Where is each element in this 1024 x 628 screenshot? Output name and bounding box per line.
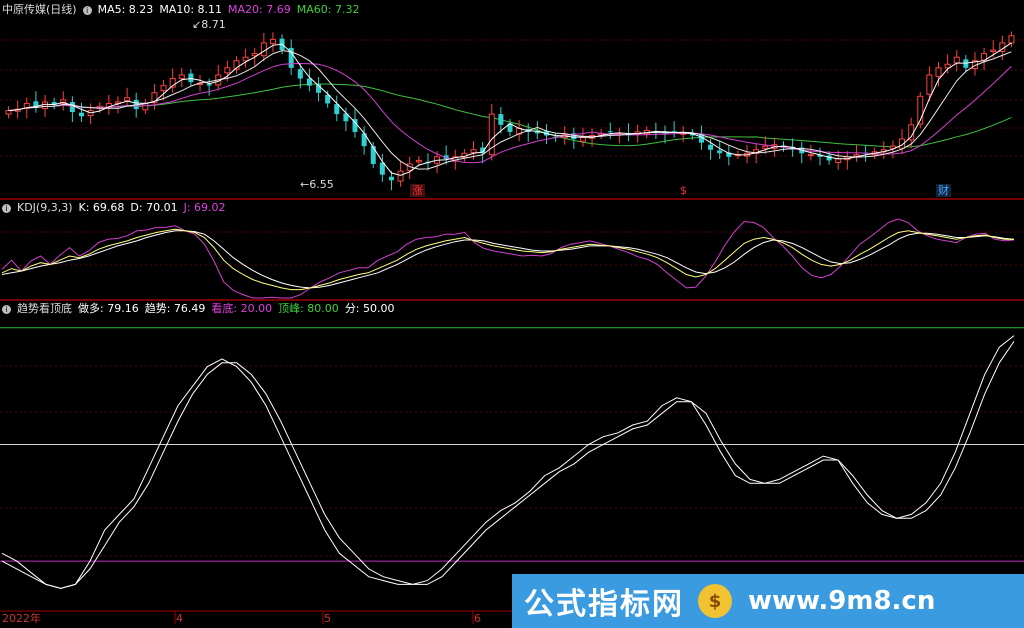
candlestick bbox=[124, 87, 131, 107]
candlestick bbox=[981, 47, 988, 70]
ma20-line bbox=[8, 62, 1012, 164]
trend-line bbox=[1, 341, 1015, 589]
low-price-annotation: ←6.55 bbox=[300, 178, 334, 191]
kdj-legend-item-2: J: 69.02 bbox=[183, 201, 226, 214]
candlestick bbox=[151, 84, 158, 110]
ma-legend-item-3: MA60: 7.32 bbox=[296, 3, 360, 16]
circle-info-icon[interactable]: i bbox=[2, 203, 11, 213]
candlestick bbox=[726, 145, 732, 166]
candlestick bbox=[334, 95, 340, 122]
candlestick bbox=[33, 91, 39, 113]
ma-legend-item-2: MA20: 7.69 bbox=[228, 3, 291, 16]
candlestick bbox=[242, 48, 249, 68]
candlestick bbox=[1008, 31, 1015, 48]
candlestick bbox=[87, 103, 94, 125]
circle-info-icon[interactable]: i bbox=[2, 304, 11, 314]
trend-legend-item-2: 看底: 20.00 bbox=[211, 302, 273, 315]
event-badge-rise[interactable]: 涨 bbox=[410, 184, 425, 197]
candlestick bbox=[370, 141, 376, 169]
ma-legend: MA5: 8.23 MA10: 8.11 MA20: 7.69 MA60: 7.32 bbox=[98, 2, 366, 18]
trend-legend-item-3: 顶峰: 80.00 bbox=[278, 302, 339, 315]
candlestick bbox=[5, 106, 12, 119]
candlestick bbox=[953, 50, 960, 72]
watermark-url: www.9m8.cn bbox=[748, 586, 936, 616]
ma-legend-item-0: MA5: 8.23 bbox=[97, 3, 154, 16]
candlestick bbox=[680, 126, 687, 142]
candlestick bbox=[534, 121, 540, 140]
candlestick bbox=[671, 121, 677, 138]
candlestick bbox=[233, 56, 240, 74]
candlestick bbox=[178, 67, 185, 88]
candlestick bbox=[260, 32, 267, 62]
candlestick bbox=[607, 122, 613, 140]
x-tick-3: 6 bbox=[474, 612, 481, 625]
candlestick bbox=[269, 32, 276, 53]
candlestick bbox=[626, 123, 632, 142]
candlestick bbox=[51, 97, 57, 110]
candlestick bbox=[169, 68, 176, 93]
kdj-d-line bbox=[1, 230, 1015, 289]
ma-legend-item-1: MA10: 8.11 bbox=[159, 3, 223, 16]
coin-logo-icon: $ bbox=[698, 584, 732, 618]
kdj-legend: K: 69.68 D: 70.01 J: 69.02 bbox=[79, 200, 232, 216]
candlestick bbox=[288, 39, 294, 75]
candlestick bbox=[516, 119, 523, 142]
candlestick bbox=[316, 77, 322, 102]
candlestick bbox=[799, 141, 805, 164]
candlestick bbox=[844, 151, 851, 170]
candlestick bbox=[571, 127, 577, 150]
candlestick bbox=[817, 147, 823, 166]
candlestick bbox=[105, 94, 112, 115]
candlestick bbox=[306, 68, 312, 92]
candlestick bbox=[60, 91, 67, 111]
kdj-legend-item-1: D: 70.01 bbox=[130, 201, 178, 214]
candlestick bbox=[325, 90, 331, 108]
candlestick bbox=[971, 52, 978, 76]
candlestick bbox=[899, 129, 906, 154]
kdj-legend-item-0: K: 69.68 bbox=[78, 201, 125, 214]
candlestick bbox=[352, 109, 358, 138]
candlestick bbox=[753, 144, 760, 164]
candlestick bbox=[835, 150, 842, 170]
trend-legend-item-0: 做多: 79.16 bbox=[78, 302, 139, 315]
watermark-title: 公式指标网 bbox=[524, 587, 684, 622]
watermark-banner: 公式指标网 $ www.9m8.cn bbox=[512, 574, 1024, 628]
trend-title: 趋势看顶底 bbox=[17, 302, 72, 315]
candlestick bbox=[188, 69, 194, 87]
candlestick bbox=[397, 161, 404, 187]
kdj-panel-header: i KDJ(9,3,3) K: 69.68 D: 70.01 J: 69.02 bbox=[2, 200, 232, 216]
x-tick-1: 4 bbox=[176, 612, 183, 625]
price-panel-header: 中原传媒(日线) i MA5: 8.23 MA10: 8.11 MA20: 7.69… bbox=[2, 2, 365, 18]
long-signal-line bbox=[1, 335, 1015, 589]
kdj-k-line bbox=[1, 228, 1015, 291]
x-tick-0: 2022年 bbox=[2, 612, 41, 625]
event-badge-dividend[interactable]: $ bbox=[678, 184, 689, 197]
trend-legend-item-4: 分: 50.00 bbox=[344, 302, 395, 315]
candlestick bbox=[488, 104, 495, 161]
candlestick bbox=[78, 102, 84, 122]
stock-name: 中原传媒(日线) bbox=[2, 3, 77, 16]
candlestick bbox=[653, 122, 659, 140]
ma10-line bbox=[8, 50, 1012, 170]
circle-info-icon[interactable]: i bbox=[82, 5, 92, 15]
event-badge-finance[interactable]: 财 bbox=[936, 184, 951, 197]
trend-legend: 做多: 79.16 趋势: 76.49 看底: 20.00 顶峰: 80.00 分: 5… bbox=[78, 301, 401, 317]
x-tick-2: 5 bbox=[324, 612, 331, 625]
trend-legend-item-1: 趋势: 76.49 bbox=[144, 302, 206, 315]
candlestick bbox=[142, 99, 149, 115]
high-price-annotation: ↙8.71 bbox=[192, 18, 226, 31]
candlestick bbox=[406, 156, 413, 179]
trend-panel-header: i 趋势看顶底 做多: 79.16 趋势: 76.49 看底: 20.00 顶峰: 8… bbox=[2, 301, 401, 317]
kdj-title: KDJ(9,3,3) bbox=[17, 201, 73, 214]
candlestick bbox=[215, 64, 222, 91]
